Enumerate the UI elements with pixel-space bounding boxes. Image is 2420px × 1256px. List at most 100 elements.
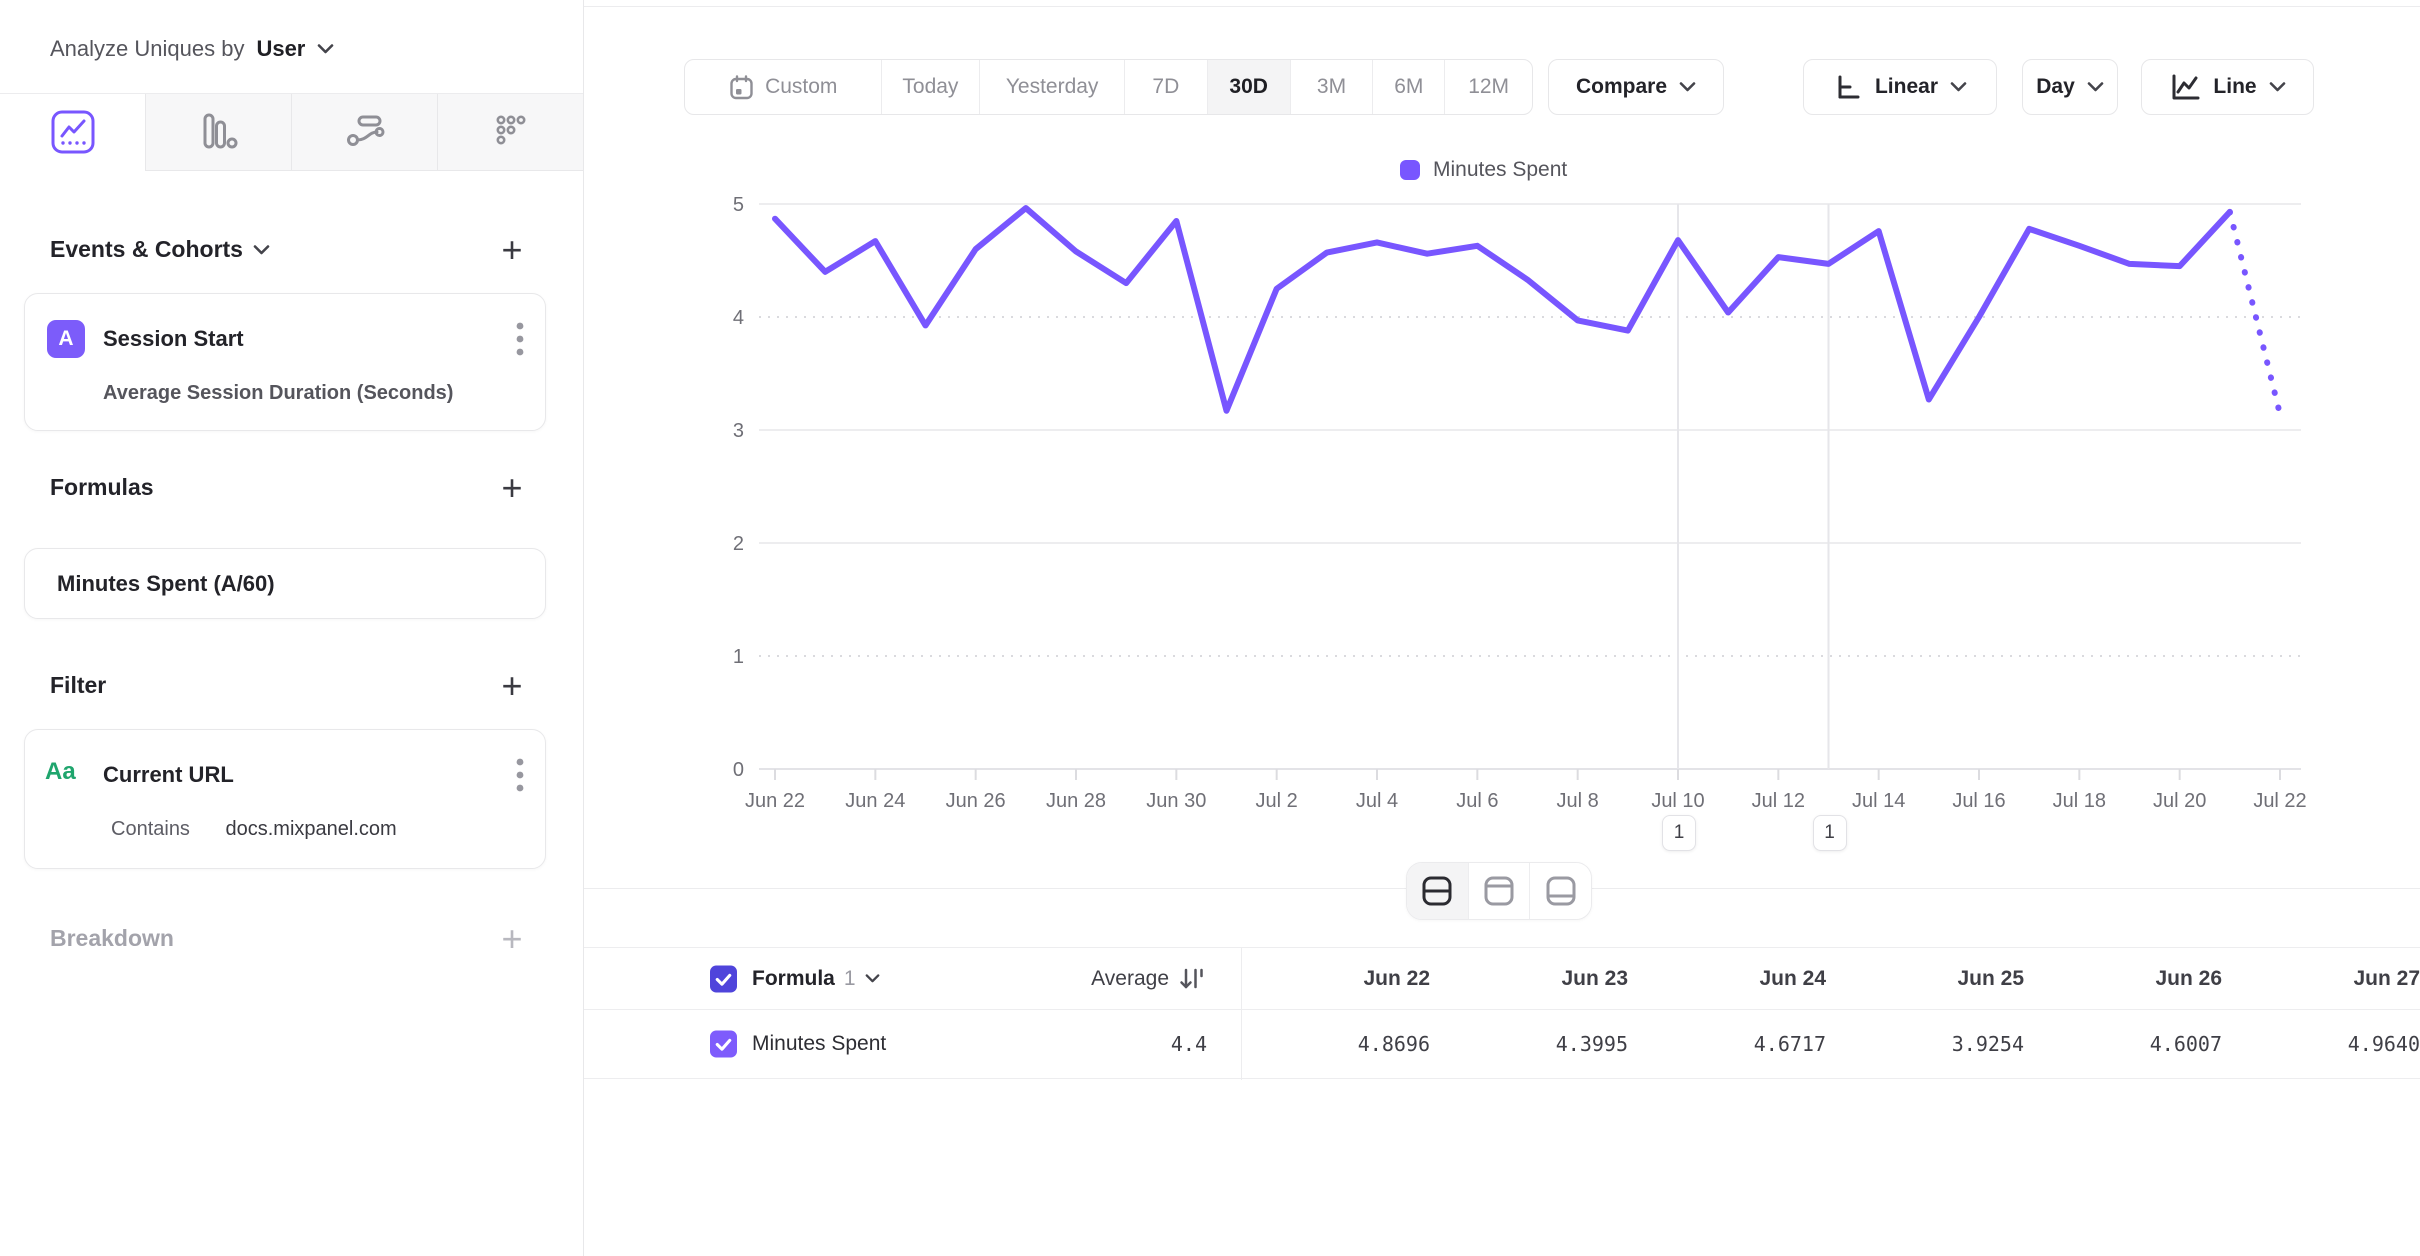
- table-row-minutes-spent: Minutes Spent 4.4 4.8696 4.3995 4.6717 3.92…: [584, 1010, 2420, 1079]
- annotation-badge-2[interactable]: 1: [1813, 815, 1847, 851]
- results-table: Formula 1 Average Jun 22 Jun 23 Jun 24 Jun …: [584, 947, 2420, 1081]
- date-range-option-3m[interactable]: 3M: [1290, 60, 1373, 114]
- x-axis-label: Jul 12: [1752, 790, 1805, 812]
- date-range-option-today[interactable]: Today: [881, 60, 980, 114]
- layout-split-view-button[interactable]: [1407, 863, 1468, 919]
- filter-heading: Filter: [50, 672, 106, 699]
- table-cell-value: 4.6007: [2062, 1010, 2222, 1078]
- annotation-badge-1[interactable]: 1: [1662, 815, 1696, 851]
- scale-button[interactable]: Linear: [1803, 59, 1997, 115]
- add-event-button[interactable]: +: [494, 232, 530, 268]
- sort-descending-icon: [1177, 965, 1207, 993]
- row-average-value: 4.4: [1007, 1010, 1207, 1078]
- chevron-down-icon: [2087, 82, 2104, 92]
- date-range-control: CustomTodayYesterday7D30D3M6M12M: [684, 59, 1533, 115]
- table-column-header-jun-27[interactable]: Jun 27: [2260, 948, 2420, 1009]
- y-axis-label: 5: [733, 194, 744, 216]
- table-cell-value: 4.3995: [1468, 1010, 1628, 1078]
- table-column-header-jun-26[interactable]: Jun 26: [2062, 948, 2222, 1009]
- granularity-button[interactable]: Day: [2022, 59, 2118, 115]
- tab-metrics-grid[interactable]: [437, 94, 583, 171]
- table-cell-value: 4.8696: [1270, 1010, 1430, 1078]
- formula-name[interactable]: Minutes Spent (A/60): [57, 549, 275, 618]
- date-range-option-custom[interactable]: Custom: [685, 60, 881, 114]
- x-axis-label: Jul 2: [1256, 790, 1298, 812]
- split-view-icon: [1419, 874, 1455, 908]
- event-letter-badge: A: [47, 320, 85, 358]
- series-line-minutes-spent[interactable]: [775, 208, 2230, 411]
- top-panel-icon: [1481, 874, 1517, 908]
- tab-insights-line[interactable]: [0, 94, 145, 171]
- row-label: Minutes Spent: [752, 1010, 886, 1078]
- events-cohorts-heading: Events & Cohorts: [50, 236, 270, 263]
- filter-value[interactable]: docs.mixpanel.com: [226, 818, 397, 840]
- layout-table-only-button[interactable]: [1529, 863, 1591, 919]
- insights-report: Analyze Uniques by User: [0, 0, 2420, 1256]
- tab-flows[interactable]: [291, 94, 437, 171]
- compare-button[interactable]: Compare: [1548, 59, 1724, 115]
- filter-card-current-url[interactable]: Aa Current URL Contains docs.mixpanel.co…: [24, 729, 546, 869]
- event-card-session-start[interactable]: A Session Start Average Session Duration…: [24, 293, 546, 431]
- add-formula-button[interactable]: +: [494, 470, 530, 506]
- chevron-down-icon: [865, 974, 880, 983]
- x-axis-label: Jul 4: [1356, 790, 1398, 812]
- chevron-down-icon[interactable]: [317, 44, 334, 54]
- event-kebab-menu[interactable]: [513, 320, 527, 358]
- x-axis-label: Jul 18: [2053, 790, 2106, 812]
- date-range-option-6m[interactable]: 6M: [1372, 60, 1444, 114]
- formula-card[interactable]: Minutes Spent (A/60): [24, 548, 546, 619]
- table-cell-value: 4.9640: [2260, 1010, 2420, 1078]
- add-filter-button[interactable]: +: [494, 668, 530, 704]
- x-axis-label: Jul 20: [2153, 790, 2206, 812]
- date-range-option-7d[interactable]: 7D: [1124, 60, 1207, 114]
- table-cell-value: 3.9254: [1864, 1010, 2024, 1078]
- bar-chart-icon: [196, 109, 242, 155]
- y-axis-label: 0: [733, 759, 744, 781]
- x-axis-label: Jun 30: [1146, 790, 1206, 812]
- linear-scale-icon: [1833, 72, 1863, 102]
- series-line-incomplete-segment[interactable]: [2230, 212, 2280, 414]
- layout-chart-only-button[interactable]: [1468, 863, 1530, 919]
- line-chart[interactable]: 543210Jun 22Jun 24Jun 26Jun 28Jun 30Jul …: [584, 150, 2420, 895]
- add-breakdown-button[interactable]: +: [494, 921, 530, 957]
- row-checkbox[interactable]: [710, 1031, 737, 1058]
- calendar-icon: [728, 74, 755, 101]
- event-name[interactable]: Session Start: [103, 326, 244, 352]
- filter-condition[interactable]: Contains docs.mixpanel.com: [111, 818, 397, 841]
- analyze-label: Analyze Uniques by: [50, 36, 244, 62]
- formulas-heading: Formulas: [50, 474, 154, 501]
- x-axis-label: Jun 22: [745, 790, 805, 812]
- analyze-uniques-row: Analyze Uniques by User: [50, 36, 334, 62]
- x-axis-label: Jul 6: [1456, 790, 1498, 812]
- formula-dropdown[interactable]: Formula 1: [752, 948, 880, 1009]
- table-header-row: Formula 1 Average Jun 22 Jun 23 Jun 24 Jun …: [584, 947, 2420, 1010]
- chart-type-tabstrip: [0, 93, 583, 171]
- analyze-value-dropdown[interactable]: User: [256, 36, 305, 62]
- y-axis-label: 4: [733, 307, 744, 329]
- filter-kebab-menu[interactable]: [513, 756, 527, 794]
- event-metric[interactable]: Average Session Duration (Seconds): [103, 382, 453, 405]
- tab-bar-chart[interactable]: [145, 94, 291, 171]
- date-range-option-12m[interactable]: 12M: [1444, 60, 1532, 114]
- table-column-header-jun-22[interactable]: Jun 22: [1270, 948, 1430, 1009]
- table-column-header-jun-23[interactable]: Jun 23: [1468, 948, 1628, 1009]
- average-column-header[interactable]: Average: [964, 948, 1207, 1009]
- chevron-down-icon[interactable]: [253, 245, 270, 255]
- insights-line-icon: [50, 109, 96, 155]
- chart-type-button[interactable]: Line: [2141, 59, 2314, 115]
- filter-operator[interactable]: Contains: [111, 818, 190, 840]
- table-column-header-jun-24[interactable]: Jun 24: [1666, 948, 1826, 1009]
- date-range-option-30d[interactable]: 30D: [1207, 60, 1290, 114]
- chevron-down-icon: [2269, 82, 2286, 92]
- y-axis-label: 1: [733, 646, 744, 668]
- date-range-option-yesterday[interactable]: Yesterday: [979, 60, 1124, 114]
- x-axis-label: Jul 14: [1852, 790, 1905, 812]
- string-property-badge: Aa: [45, 758, 76, 786]
- filter-property-name[interactable]: Current URL: [103, 762, 234, 788]
- select-all-checkbox[interactable]: [710, 965, 737, 992]
- table-column-header-jun-25[interactable]: Jun 25: [1864, 948, 2024, 1009]
- x-axis-label: Jul 8: [1557, 790, 1599, 812]
- table-cell-value: 4.6717: [1666, 1010, 1826, 1078]
- layout-toggle: [1406, 862, 1592, 920]
- metrics-grid-icon: [488, 109, 534, 155]
